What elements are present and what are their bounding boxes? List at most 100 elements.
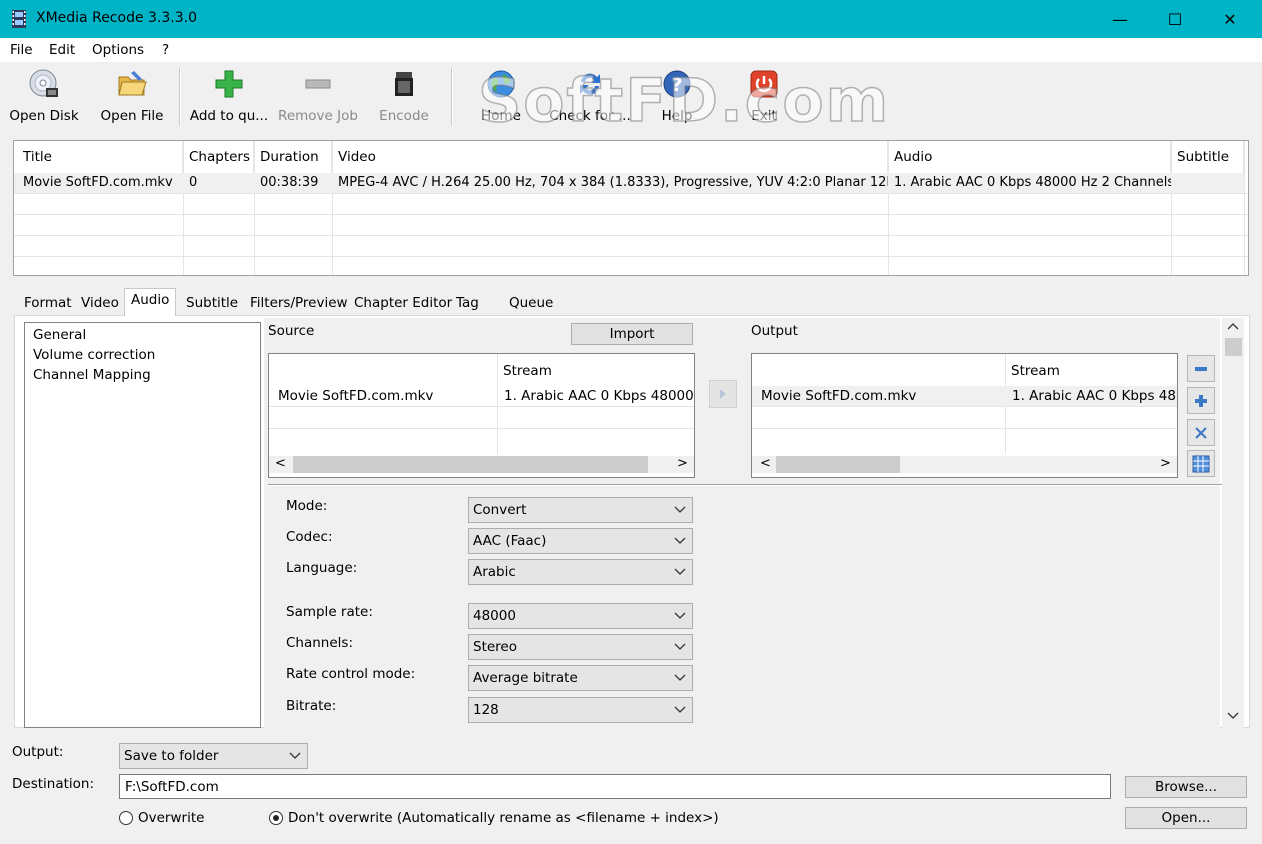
column-header-title[interactable]: Title <box>14 141 183 173</box>
codec-label: Codec: <box>286 529 333 545</box>
menu-file[interactable]: File <box>10 42 33 58</box>
stream-header: Stream <box>503 363 552 379</box>
remove-job-label: Remove Job <box>278 108 358 124</box>
column-header-chapters[interactable]: Chapters <box>180 141 254 173</box>
horizontal-scrollbar[interactable]: < > <box>269 456 694 473</box>
remove-stream-button[interactable] <box>1187 355 1215 382</box>
transfer-button[interactable] <box>709 380 737 408</box>
language-label: Language: <box>286 560 358 576</box>
bitrate-select[interactable]: 128 <box>468 697 693 723</box>
sample-rate-label: Sample rate: <box>286 604 373 620</box>
menu-bar: File Edit Options ? <box>0 38 1262 62</box>
rate-control-mode-select[interactable]: Average bitrate <box>468 665 693 691</box>
open-file-button[interactable]: Open File <box>94 66 170 130</box>
add-stream-button[interactable] <box>1187 387 1215 414</box>
bitrate-value: 128 <box>473 702 499 718</box>
scroll-right-icon[interactable]: > <box>677 456 688 471</box>
scroll-thumb[interactable] <box>776 456 900 473</box>
row-divider <box>14 256 1248 257</box>
column-header-video[interactable]: Video <box>329 141 888 173</box>
language-select[interactable]: Arabic <box>468 559 693 585</box>
overwrite-radio[interactable] <box>119 811 133 825</box>
sample-rate-select[interactable]: 48000 <box>468 603 693 629</box>
menu-help[interactable]: ? <box>162 42 169 58</box>
output-mode-select[interactable]: Save to folder <box>119 743 308 769</box>
list-item-channel-mapping[interactable]: Channel Mapping <box>33 367 151 383</box>
minus-icon <box>305 79 331 89</box>
delete-stream-button[interactable] <box>1187 419 1215 446</box>
horizontal-scrollbar[interactable]: < > <box>752 456 1177 473</box>
import-button[interactable]: Import <box>571 323 693 345</box>
column-header-audio[interactable]: Audio <box>885 141 1171 173</box>
scroll-right-icon[interactable]: > <box>1160 456 1171 471</box>
job-table[interactable]: Title Chapters Duration Video Audio Subt… <box>13 140 1249 276</box>
maximize-button[interactable]: ☐ <box>1150 0 1200 38</box>
check-for-updates-button[interactable]: Check for ... <box>546 66 634 130</box>
codec-select[interactable]: AAC (Faac) <box>468 528 693 554</box>
chevron-down-icon <box>289 752 301 759</box>
tab-tag[interactable]: Tag <box>449 291 486 315</box>
output-label: Output <box>751 323 798 339</box>
chevron-down-icon <box>674 568 686 575</box>
destination-value: F:\SoftFD.com <box>125 778 219 795</box>
refresh-icon <box>580 73 600 95</box>
table-row[interactable]: Movie SoftFD.com.mkv 0 00:38:39 MPEG-4 A… <box>14 173 1244 193</box>
tab-queue[interactable]: Queue <box>502 291 560 315</box>
encode-button[interactable]: Encode <box>370 66 438 130</box>
scroll-thumb[interactable] <box>293 456 648 473</box>
tab-format[interactable]: Format <box>17 291 79 315</box>
chevron-down-icon <box>674 706 686 713</box>
audio-section-list[interactable]: General Volume correction Channel Mappin… <box>24 322 261 728</box>
row-divider <box>14 235 1248 236</box>
output-mode-value: Save to folder <box>124 748 219 764</box>
film-clapper-icon <box>395 72 413 96</box>
scroll-thumb[interactable] <box>1225 338 1242 356</box>
open-disk-label: Open Disk <box>9 108 79 124</box>
scroll-left-icon[interactable]: < <box>275 456 286 471</box>
cross-icon <box>1195 426 1207 439</box>
tab-subtitle[interactable]: Subtitle <box>179 291 245 315</box>
dont-overwrite-radio[interactable] <box>269 811 283 825</box>
maximize-icon: ☐ <box>1167 9 1183 29</box>
browse-button[interactable]: Browse... <box>1125 776 1247 798</box>
stream-grid-button[interactable] <box>1187 450 1215 477</box>
open-disk-button[interactable]: Open Disk <box>6 66 82 130</box>
exit-button[interactable]: Exit <box>738 66 790 130</box>
tab-chapter-editor[interactable]: Chapter Editor <box>347 291 459 315</box>
home-button[interactable]: Home <box>470 66 532 130</box>
add-to-queue-button[interactable]: Add to qu... <box>186 66 272 130</box>
arrow-right-icon <box>720 389 726 399</box>
output-stream-list[interactable]: Stream Movie SoftFD.com.mkv 1. Arabic AA… <box>751 353 1178 478</box>
destination-label: Destination: <box>12 776 95 792</box>
chevron-down-icon[interactable] <box>1227 712 1239 720</box>
list-item[interactable]: Movie SoftFD.com.mkv 1. Arabic AAC 0 Kbp… <box>752 386 1177 406</box>
minimize-button[interactable]: — <box>1095 0 1145 38</box>
row-divider <box>14 193 1248 194</box>
tab-audio[interactable]: Audio <box>124 288 177 316</box>
column-header-duration[interactable]: Duration <box>251 141 332 173</box>
list-item-volume-correction[interactable]: Volume correction <box>33 347 155 363</box>
destination-input[interactable]: F:\SoftFD.com <box>119 774 1111 799</box>
list-item[interactable]: Movie SoftFD.com.mkv 1. Arabic AAC 0 Kbp… <box>269 386 694 406</box>
source-stream-list[interactable]: Stream Movie SoftFD.com.mkv 1. Arabic AA… <box>268 353 695 478</box>
tab-video[interactable]: Video <box>74 291 126 315</box>
tab-filters-preview[interactable]: Filters/Preview <box>243 291 355 315</box>
channels-select[interactable]: Stereo <box>468 634 693 660</box>
menu-options[interactable]: Options <box>92 42 144 58</box>
cell-subtitle <box>1168 173 1244 193</box>
vertical-scrollbar[interactable] <box>1222 318 1244 728</box>
help-button[interactable]: ? Help <box>648 66 706 130</box>
column-header-subtitle[interactable]: Subtitle <box>1168 141 1244 173</box>
close-button[interactable]: ✕ <box>1205 0 1255 38</box>
chevron-up-icon[interactable] <box>1227 322 1239 330</box>
list-item-general[interactable]: General <box>33 327 86 343</box>
dont-overwrite-option[interactable]: Don't overwrite (Automatically rename as… <box>269 810 719 826</box>
menu-edit[interactable]: Edit <box>49 42 75 58</box>
remove-job-button[interactable]: Remove Job <box>276 66 360 130</box>
scroll-left-icon[interactable]: < <box>760 456 771 471</box>
title-bar: XMedia Recode 3.3.3.0 — ☐ ✕ <box>0 0 1262 38</box>
open-folder-button[interactable]: Open... <box>1125 807 1247 829</box>
mode-select[interactable]: Convert <box>468 497 693 523</box>
exit-label: Exit <box>751 108 777 124</box>
overwrite-option[interactable]: Overwrite <box>119 810 204 826</box>
